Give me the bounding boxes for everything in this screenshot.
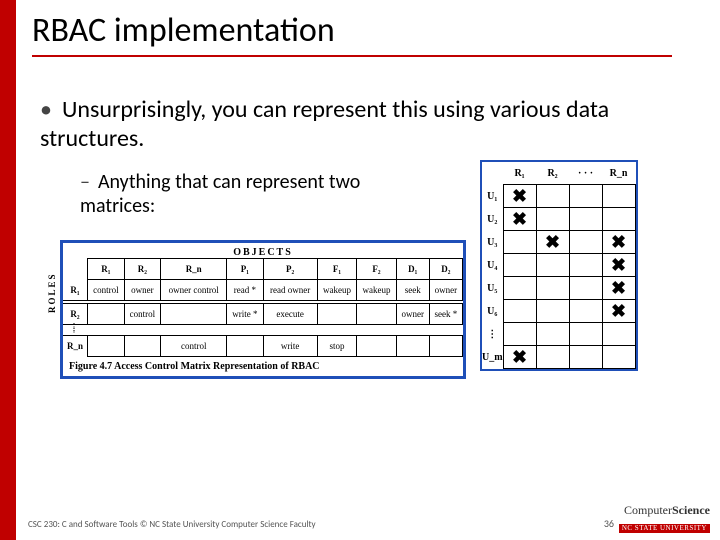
col-header: D₁ <box>396 259 429 280</box>
user-role-grid: R₁ R₂ · · · R_n U₁ ✖ U₂ ✖ U₃ ✖ ✖ U₄ ✖ U₅ ✖ U₆ ✖… <box>480 160 638 371</box>
cell: wakeup <box>317 280 357 301</box>
col-header: R_n <box>161 259 227 280</box>
cell: execute <box>263 304 317 325</box>
col-header: R₂ <box>124 259 161 280</box>
cell: control <box>88 280 125 301</box>
cell <box>396 336 429 357</box>
cell: owner <box>124 280 161 301</box>
slide-title: RBAC implementation <box>32 10 672 57</box>
x-mark-icon: ✖ <box>611 278 626 298</box>
cell <box>227 336 263 357</box>
user-role-table: R₁ R₂ · · · R_n U₁ ✖ U₂ ✖ U₃ ✖ ✖ U₄ ✖ U₅ ✖ U₆ ✖… <box>482 162 636 369</box>
cell: owner <box>396 304 429 325</box>
cell <box>317 304 357 325</box>
cell <box>161 304 227 325</box>
x-mark-icon: ✖ <box>512 209 527 229</box>
slide-number: 36 <box>604 517 614 530</box>
slide-accent-bar <box>0 0 16 540</box>
col-header: R₁ <box>88 259 125 280</box>
cell: owner <box>429 280 462 301</box>
col-header: D₂ <box>429 259 462 280</box>
bullet-level-1: •Unsurprisingly, you can represent this … <box>40 96 680 154</box>
row-label: ⋮ <box>482 323 503 346</box>
x-mark-icon: ✖ <box>611 232 626 252</box>
row-label: U₅ <box>482 277 503 300</box>
cell <box>357 304 397 325</box>
ncsu-logo: ComputerScience NC STATE UNIVERSITY <box>619 502 710 534</box>
cell: write * <box>227 304 263 325</box>
cell <box>88 304 125 325</box>
acm-table: R₁ R₂ R_n P₁ P₂ F₁ F₂ D₁ D₂ R₁ control o… <box>63 258 463 357</box>
x-mark-icon: ✖ <box>611 301 626 321</box>
cell: wakeup <box>357 280 397 301</box>
bullet-dot: • <box>40 96 52 125</box>
cell: control <box>161 336 227 357</box>
cell: owner control <box>161 280 227 301</box>
cell <box>429 336 462 357</box>
row-label: U₆ <box>482 300 503 323</box>
col-header: F₁ <box>317 259 357 280</box>
bullet-dash: – <box>80 170 90 194</box>
ncsu-badge: NC STATE UNIVERSITY <box>619 524 710 533</box>
col-header: R₂ <box>536 162 569 185</box>
cell <box>124 336 161 357</box>
objects-axis-label: OBJECTS <box>63 247 463 258</box>
figure-acm: ROLES OBJECTS R₁ R₂ R_n P₁ P₂ F₁ F₂ D₁ D… <box>60 240 466 379</box>
cell: seek * <box>429 304 462 325</box>
x-mark-icon: ✖ <box>512 347 527 367</box>
cell: read owner <box>263 280 317 301</box>
col-header: R₁ <box>503 162 536 185</box>
row-label: U_m <box>482 346 503 369</box>
row-label: R₁ <box>63 280 88 301</box>
col-header: R_n <box>602 162 635 185</box>
x-mark-icon: ✖ <box>512 186 527 206</box>
cell <box>88 336 125 357</box>
row-label: U₁ <box>482 185 503 208</box>
bullet2-text: Anything that can represent two matrices… <box>80 170 360 218</box>
cell: seek <box>396 280 429 301</box>
bullet1-text: Unsurprisingly, you can represent this u… <box>40 95 609 153</box>
row-label: U₃ <box>482 231 503 254</box>
cell: read * <box>227 280 263 301</box>
bullet-level-2: –Anything that can represent two matrice… <box>80 170 420 218</box>
figure-caption: Figure 4.7 Access Control Matrix Represe… <box>63 357 463 376</box>
row-label: U₂ <box>482 208 503 231</box>
row-label: U₄ <box>482 254 503 277</box>
cell <box>357 336 397 357</box>
row-label: R_n <box>63 336 88 357</box>
col-header: P₁ <box>227 259 263 280</box>
col-header: P₂ <box>263 259 317 280</box>
col-header: F₂ <box>357 259 397 280</box>
x-mark-icon: ✖ <box>611 255 626 275</box>
footer-text: CSC 230: C and Software Tools © NC State… <box>28 519 316 530</box>
x-mark-icon: ✖ <box>545 232 560 252</box>
roles-axis-label: ROLES <box>47 272 57 313</box>
cell: write <box>263 336 317 357</box>
cell: stop <box>317 336 357 357</box>
cell: control <box>124 304 161 325</box>
col-header: · · · <box>569 162 602 185</box>
